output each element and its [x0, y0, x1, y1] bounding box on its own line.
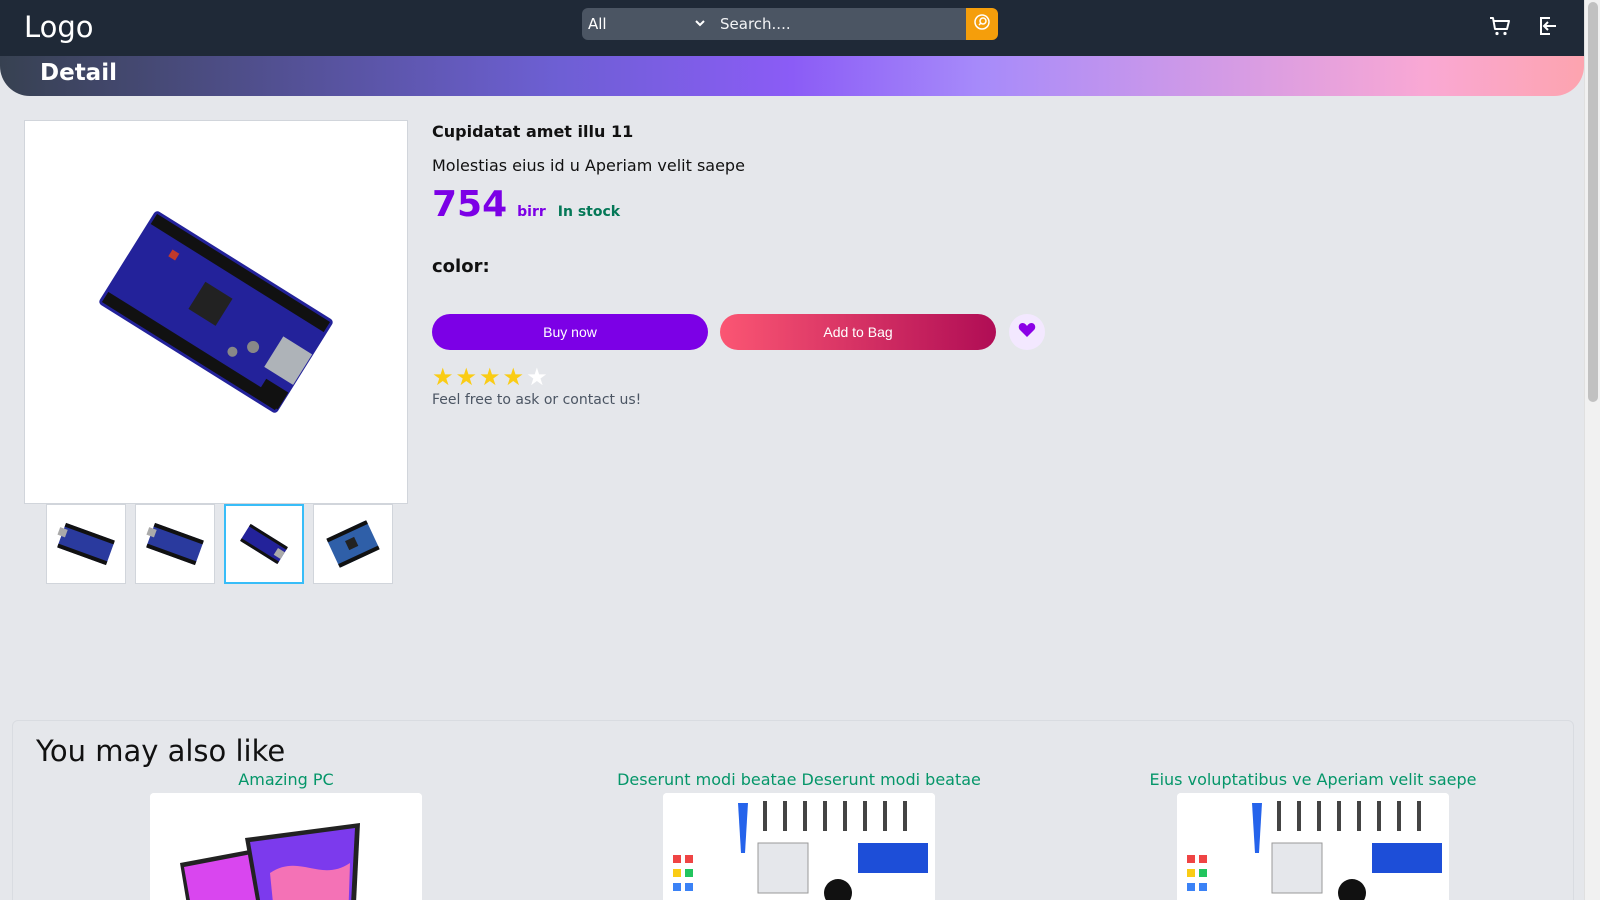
search-button[interactable] [966, 8, 998, 40]
star-icon[interactable]: ★ [503, 364, 525, 390]
price-currency: birr [517, 204, 546, 220]
page-title: Detail [40, 60, 117, 86]
thumbnail-4[interactable] [313, 504, 393, 584]
top-navbar: Logo All Search.... [0, 0, 1584, 56]
recommendation-image[interactable] [1177, 793, 1449, 900]
rating-stars: ★ ★ ★ ★ ★ [432, 364, 548, 390]
favorite-button[interactable] [1009, 314, 1045, 350]
buy-now-button[interactable]: Buy now [432, 314, 708, 350]
recommendation-link[interactable]: Eius voluptatibus ve Aperiam velit saepe [1063, 770, 1563, 789]
star-icon[interactable]: ★ [456, 364, 478, 390]
chevron-down-icon [694, 17, 706, 32]
main-product-image [24, 120, 408, 504]
stock-status: In stock [557, 204, 621, 220]
price-row: 754 birr In stock [432, 184, 620, 225]
contact-note: Feel free to ask or contact us! [432, 392, 642, 408]
add-to-bag-button[interactable]: Add to Bag [720, 314, 996, 350]
star-icon[interactable]: ★ [479, 364, 501, 390]
thumbnail-1[interactable] [46, 504, 126, 584]
product-title: Cupidatat amet illu 11 [432, 122, 634, 141]
cart-icon [1488, 14, 1512, 42]
page-banner: Detail [0, 56, 1584, 96]
search-input[interactable]: Search.... [712, 8, 966, 40]
star-icon[interactable]: ★ [526, 364, 548, 390]
product-price: 754 [432, 184, 508, 225]
thumbnail-2[interactable] [135, 504, 215, 584]
recommendation-card[interactable]: Amazing PC [36, 770, 536, 900]
heart-icon [1018, 322, 1036, 342]
arduino-board-image [99, 211, 333, 413]
category-value: All [588, 15, 607, 33]
logout-button[interactable] [1534, 14, 1562, 42]
star-icon[interactable]: ★ [432, 364, 454, 390]
search-bar: All Search.... [582, 8, 998, 40]
product-description: Molestias eius id u Aperiam velit saepe [432, 156, 745, 175]
page-scrollbar[interactable] [1584, 0, 1600, 900]
category-select[interactable]: All [582, 8, 712, 40]
recommendation-image[interactable] [663, 793, 935, 900]
recommendation-link[interactable]: Deserunt modi beatae Deserunt modi beata… [549, 770, 1049, 789]
thumbnail-strip [46, 504, 393, 584]
search-icon [973, 13, 991, 35]
recommendation-card[interactable]: Eius voluptatibus ve Aperiam velit saepe [1063, 770, 1563, 900]
thumbnail-3[interactable] [224, 504, 304, 584]
logout-icon [1536, 14, 1560, 42]
scrollbar-thumb[interactable] [1588, 2, 1598, 402]
recommendations-title: You may also like [36, 734, 286, 768]
recommendation-card[interactable]: Deserunt modi beatae Deserunt modi beata… [549, 770, 1049, 900]
color-label: color: [432, 256, 490, 277]
cart-button[interactable] [1486, 14, 1514, 42]
logo[interactable]: Logo [24, 10, 94, 44]
recommendation-image[interactable] [150, 793, 422, 900]
recommendation-link[interactable]: Amazing PC [36, 770, 536, 789]
